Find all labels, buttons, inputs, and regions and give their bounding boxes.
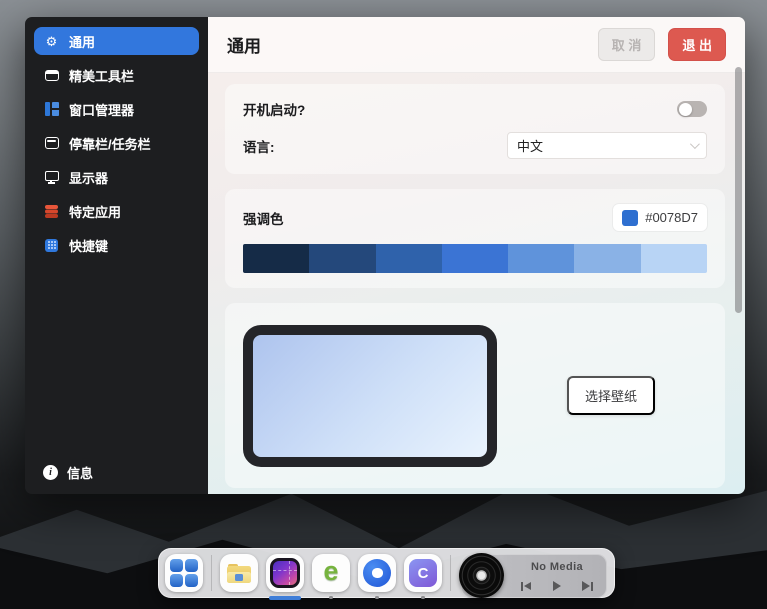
exit-button[interactable]: 退 出 bbox=[668, 28, 726, 61]
sidebar-item-specific-apps[interactable]: 特定应用 bbox=[34, 197, 199, 225]
palette-swatch[interactable] bbox=[376, 244, 442, 273]
running-indicator bbox=[329, 596, 333, 600]
wallpaper-preview bbox=[243, 325, 497, 467]
general-card: 开机启动? 语言: 中文 bbox=[225, 84, 725, 174]
palette-swatch[interactable] bbox=[309, 244, 375, 273]
sidebar-item-hotkeys[interactable]: 快捷键 bbox=[34, 231, 199, 259]
autostart-label: 开机启动? bbox=[243, 99, 305, 119]
wallpaper-card: 选择壁纸 bbox=[225, 303, 725, 488]
palette-swatch[interactable] bbox=[442, 244, 508, 273]
language-select[interactable]: 中文 bbox=[507, 132, 707, 159]
layers-icon bbox=[43, 203, 60, 220]
panel-header: 通用 取 消 退 出 bbox=[208, 17, 745, 73]
cancel-button[interactable]: 取 消 bbox=[598, 28, 656, 61]
sidebar-item-toolbar[interactable]: 精美工具栏 bbox=[34, 61, 199, 89]
accent-palette[interactable] bbox=[243, 244, 707, 273]
screenshot-app-icon bbox=[270, 558, 300, 588]
sidebar-item-label: 通用 bbox=[69, 32, 95, 51]
launchpad-icon bbox=[170, 559, 199, 588]
palette-swatch[interactable] bbox=[243, 244, 309, 273]
running-indicator bbox=[375, 596, 379, 600]
window-manager-icon bbox=[43, 101, 60, 118]
dock-separator bbox=[450, 555, 451, 591]
vinyl-record-icon bbox=[459, 553, 504, 598]
browser-e-icon: e bbox=[323, 558, 338, 585]
sidebar-item-general[interactable]: ⚙ 通用 bbox=[34, 27, 199, 55]
blue-circle-app-icon bbox=[363, 559, 391, 587]
sidebar-item-label: 精美工具栏 bbox=[69, 66, 134, 85]
media-status: No Media bbox=[513, 561, 601, 573]
palette-swatch[interactable] bbox=[508, 244, 574, 273]
dock-item-screenshot-app[interactable] bbox=[266, 554, 304, 592]
info-icon: i bbox=[43, 465, 58, 480]
monitor-icon bbox=[43, 169, 60, 186]
previous-track-button[interactable] bbox=[521, 582, 531, 591]
sidebar-item-label: 停靠栏/任务栏 bbox=[69, 134, 151, 153]
accent-hex-input[interactable]: #0078D7 bbox=[613, 204, 707, 231]
sidebar-item-display[interactable]: 显示器 bbox=[34, 163, 199, 191]
accent-label: 强调色 bbox=[243, 208, 284, 228]
language-value: 中文 bbox=[517, 136, 543, 155]
chevron-down-icon bbox=[690, 139, 700, 149]
sidebar-item-label: 窗口管理器 bbox=[69, 100, 134, 119]
palette-swatch[interactable] bbox=[574, 244, 640, 273]
settings-window: ⚙ 通用 精美工具栏 窗口管理器 停靠栏/任务栏 显示器 特定应用 bbox=[25, 17, 745, 494]
sidebar: ⚙ 通用 精美工具栏 窗口管理器 停靠栏/任务栏 显示器 特定应用 bbox=[25, 17, 208, 494]
sidebar-item-label: 特定应用 bbox=[69, 202, 121, 221]
language-label: 语言: bbox=[243, 136, 275, 156]
dock-separator bbox=[211, 555, 212, 591]
toolbar-icon bbox=[43, 67, 60, 84]
palette-swatch[interactable] bbox=[641, 244, 707, 273]
c-app-icon: C bbox=[409, 559, 437, 587]
main-panel: 通用 取 消 退 出 开机启动? 语言: 中文 bbox=[208, 17, 745, 494]
sidebar-item-window-manager[interactable]: 窗口管理器 bbox=[34, 95, 199, 123]
sidebar-item-info[interactable]: i 信息 bbox=[43, 463, 93, 482]
running-indicator bbox=[421, 596, 425, 600]
folder-icon bbox=[227, 564, 251, 583]
accent-swatch bbox=[622, 210, 638, 226]
sidebar-footer-label: 信息 bbox=[67, 463, 93, 482]
autostart-toggle[interactable] bbox=[677, 101, 707, 117]
media-controls bbox=[513, 581, 601, 591]
page-title: 通用 bbox=[227, 32, 261, 57]
sidebar-item-dock-taskbar[interactable]: 停靠栏/任务栏 bbox=[34, 129, 199, 157]
accent-card: 强调色 #0078D7 bbox=[225, 189, 725, 288]
desktop: ⚙ 通用 精美工具栏 窗口管理器 停靠栏/任务栏 显示器 特定应用 bbox=[0, 0, 767, 609]
dock-item-file-explorer[interactable] bbox=[220, 554, 258, 592]
dock-item-browser-360[interactable]: e bbox=[312, 554, 350, 592]
keyboard-icon bbox=[43, 237, 60, 254]
choose-wallpaper-button[interactable]: 选择壁纸 bbox=[567, 376, 655, 415]
dock-taskbar-icon bbox=[43, 135, 60, 152]
sidebar-item-label: 显示器 bbox=[69, 168, 108, 187]
settings-content: 开机启动? 语言: 中文 强调色 bbox=[208, 73, 745, 494]
sidebar-item-label: 快捷键 bbox=[69, 236, 108, 255]
accent-hex-value: #0078D7 bbox=[645, 210, 698, 225]
dock-item-launchpad[interactable] bbox=[165, 554, 203, 592]
media-widget[interactable]: No Media bbox=[461, 554, 607, 598]
dock: e C No Media bbox=[158, 548, 615, 598]
scrollbar-thumb[interactable] bbox=[735, 67, 742, 313]
gear-icon: ⚙ bbox=[43, 33, 60, 50]
dock-item-blue-circle-app[interactable] bbox=[358, 554, 396, 592]
active-app-indicator bbox=[269, 596, 301, 601]
dock-item-c-app[interactable]: C bbox=[404, 554, 442, 592]
next-track-button[interactable] bbox=[582, 581, 593, 591]
play-button[interactable] bbox=[553, 581, 561, 591]
